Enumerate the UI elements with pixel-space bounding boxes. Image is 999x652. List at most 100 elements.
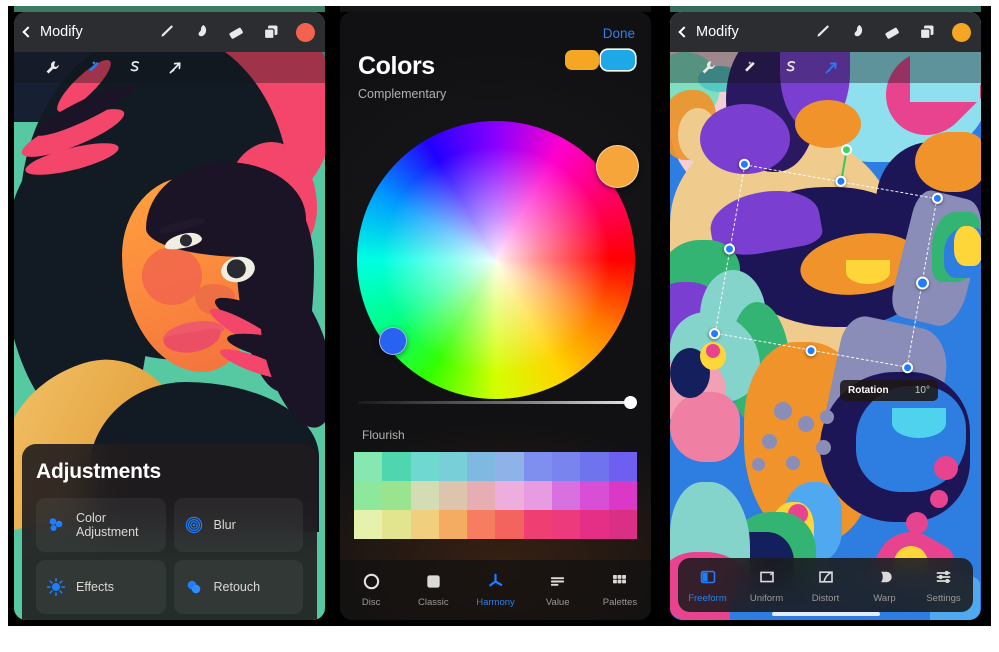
top-green-strip — [8, 6, 991, 12]
magic-wand-icon[interactable] — [85, 59, 102, 76]
palette-swatch[interactable] — [438, 510, 468, 539]
adjustment-label: Retouch — [213, 580, 261, 594]
palette-swatch[interactable] — [523, 481, 553, 510]
brush-icon[interactable] — [156, 22, 176, 42]
adjustment-retouch[interactable]: Retouch — [173, 560, 303, 614]
tab-value[interactable]: Value — [527, 572, 589, 608]
palette-swatch[interactable] — [580, 510, 609, 539]
palette-swatch[interactable] — [580, 481, 609, 510]
tab-label: Settings — [926, 592, 961, 604]
palette-swatch[interactable] — [495, 452, 524, 481]
palette-swatch[interactable] — [354, 510, 383, 539]
tab-label: Freeform — [688, 592, 727, 604]
swatch-pill-secondary[interactable] — [601, 50, 635, 70]
slider-knob[interactable] — [624, 396, 637, 409]
back-button[interactable]: Modify — [22, 24, 83, 40]
color-swatch[interactable] — [952, 22, 971, 42]
palette-swatch[interactable] — [495, 481, 524, 510]
palette-swatch[interactable] — [552, 481, 581, 510]
eraser-icon[interactable] — [226, 22, 246, 42]
secondary-color-handle[interactable] — [378, 327, 407, 355]
adjustment-label: Effects — [76, 580, 114, 594]
palette-swatch[interactable] — [410, 481, 439, 510]
adjustment-effects[interactable]: Effects — [36, 560, 166, 614]
selection-outline — [714, 164, 938, 368]
magic-wand-icon[interactable] — [741, 59, 758, 76]
palette-grid[interactable] — [354, 452, 637, 539]
palette-swatch[interactable] — [410, 510, 439, 539]
tab-label: Warp — [873, 592, 896, 604]
tab-palettes[interactable]: Palettes — [589, 572, 651, 608]
color-wheel[interactable] — [356, 121, 639, 399]
sheet-title: Adjustments — [36, 460, 161, 483]
tab-warp[interactable]: Warp — [855, 567, 914, 604]
back-label: Modify — [696, 24, 739, 40]
tab-distort[interactable]: Distort — [796, 567, 855, 604]
colors-tabbar: Disc Classic Harmony Value Palettes — [340, 560, 651, 620]
tab-freeform[interactable]: Freeform — [678, 567, 737, 604]
palette-swatch[interactable] — [438, 481, 468, 510]
palette-swatch[interactable] — [467, 452, 496, 481]
rotation-badge: Rotation 10° — [840, 380, 938, 401]
wrench-icon[interactable] — [700, 59, 717, 76]
wrench-icon[interactable] — [44, 59, 61, 76]
adjustments-grid: Color Adjustment Blur Effects Retouch — [36, 498, 303, 614]
palette-swatch[interactable] — [523, 452, 553, 481]
palette-swatch[interactable] — [552, 510, 581, 539]
layers-icon[interactable] — [917, 22, 937, 42]
blur-icon — [184, 515, 204, 535]
smudge-icon[interactable] — [847, 22, 867, 42]
adjustment-blur[interactable]: Blur — [173, 498, 303, 552]
palette-swatch[interactable] — [354, 481, 383, 510]
primary-color-handle[interactable] — [595, 145, 639, 188]
back-button[interactable]: Modify — [678, 24, 739, 40]
tab-settings[interactable]: Settings — [914, 567, 973, 604]
brush-icon[interactable] — [812, 22, 832, 42]
selection-icon[interactable] — [126, 59, 143, 76]
slider-track[interactable] — [358, 396, 637, 409]
palette-name: Flourish — [362, 428, 405, 442]
palette-swatch[interactable] — [354, 452, 383, 481]
subtool-strip — [14, 52, 325, 83]
chevron-left-icon — [678, 26, 690, 38]
screenshot-stage: Modify Adjustments Color Adjustment Blur… — [0, 0, 999, 652]
palette-swatch[interactable] — [523, 510, 553, 539]
palette-swatch[interactable] — [382, 481, 411, 510]
swatch-pill-primary[interactable] — [565, 50, 599, 70]
palette-swatch[interactable] — [410, 452, 439, 481]
done-button[interactable]: Done — [603, 26, 635, 41]
adjustments-sheet: Adjustments Color Adjustment Blur Effect… — [22, 444, 317, 620]
color-swatch[interactable] — [296, 22, 315, 42]
transform-arrow-icon[interactable] — [167, 59, 184, 76]
tab-classic[interactable]: Classic — [402, 572, 464, 608]
tab-disc[interactable]: Disc — [340, 572, 402, 608]
smudge-icon[interactable] — [191, 22, 211, 42]
palette-swatch[interactable] — [467, 510, 496, 539]
palette-swatch[interactable] — [467, 481, 496, 510]
eraser-icon[interactable] — [882, 22, 902, 42]
uniform-icon — [757, 567, 777, 587]
palette-swatch[interactable] — [608, 510, 637, 539]
palette-swatch[interactable] — [382, 452, 411, 481]
palettes-icon — [610, 572, 629, 591]
transform-selection-box[interactable] — [708, 143, 944, 375]
palette-swatch[interactable] — [438, 452, 468, 481]
palette-swatch[interactable] — [608, 452, 637, 481]
palette-swatch[interactable] — [495, 510, 524, 539]
brightness-slider[interactable] — [340, 396, 651, 409]
palette-swatch[interactable] — [580, 452, 609, 481]
layers-icon[interactable] — [261, 22, 281, 42]
adjustment-color-adjustment[interactable]: Color Adjustment — [36, 498, 166, 552]
classic-icon — [424, 572, 443, 591]
palette-swatch[interactable] — [552, 452, 581, 481]
palette-swatch[interactable] — [608, 481, 637, 510]
transform-tabbar: Freeform Uniform Distort Warp Settings — [678, 558, 973, 612]
tab-harmony[interactable]: Harmony — [464, 572, 526, 608]
value-icon — [548, 572, 567, 591]
transform-arrow-icon[interactable] — [823, 59, 840, 76]
panels-container: Modify Adjustments Color Adjustment Blur… — [8, 6, 991, 626]
palette-swatch[interactable] — [382, 510, 411, 539]
tab-uniform[interactable]: Uniform — [737, 567, 796, 604]
tab-label: Value — [545, 597, 570, 608]
selection-icon[interactable] — [782, 59, 799, 76]
